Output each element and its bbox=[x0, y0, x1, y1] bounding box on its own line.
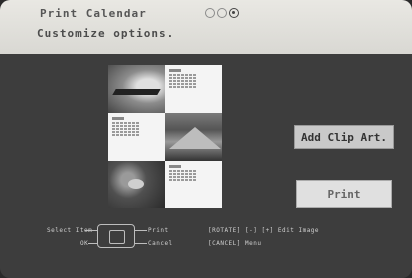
page-title: Print Calendar bbox=[40, 7, 147, 20]
print-key-label: Print bbox=[148, 227, 169, 234]
page-subtitle: Customize options. bbox=[37, 27, 175, 40]
arrow-line bbox=[135, 243, 147, 244]
calendar-preview[interactable] bbox=[108, 65, 222, 208]
circle-indicator-active-icon bbox=[229, 8, 239, 18]
circle-indicator-icon bbox=[217, 8, 227, 18]
print-button[interactable]: Print bbox=[296, 180, 392, 208]
photo-cell bbox=[108, 161, 165, 208]
calendar-cell bbox=[165, 65, 222, 113]
cancel-key-label: Cancel bbox=[148, 240, 173, 247]
arrow-line bbox=[88, 243, 97, 244]
photo-cell bbox=[108, 65, 165, 113]
screen: Print Calendar Customize options. Add Cl… bbox=[0, 0, 412, 278]
calendar-cell bbox=[165, 161, 222, 208]
page-indicators bbox=[205, 8, 239, 18]
ok-label: OK bbox=[80, 240, 89, 247]
arrow-line bbox=[135, 230, 147, 231]
rotate-edit-image-label: [ROTATE] [-] [+] Edit Image bbox=[208, 227, 320, 234]
arrow-line bbox=[85, 230, 97, 231]
add-clip-art-button[interactable]: Add Clip Art. bbox=[294, 125, 394, 149]
calendar-cell bbox=[108, 113, 165, 161]
circle-indicator-icon bbox=[205, 8, 215, 18]
photo-cell bbox=[165, 113, 222, 161]
remote-control-icon bbox=[97, 224, 135, 248]
cancel-menu-label: [CANCEL] Menu bbox=[208, 240, 262, 247]
header-bar: Print Calendar Customize options. bbox=[0, 0, 412, 54]
